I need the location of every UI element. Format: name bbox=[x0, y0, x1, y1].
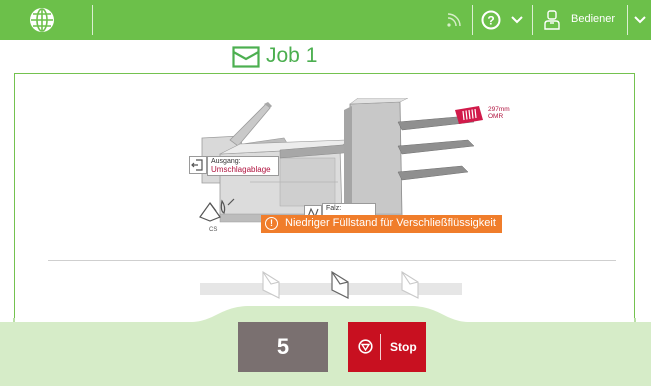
low-sealing-liquid-warning[interactable]: ! Niedriger Füllstand für Verschließflüs… bbox=[261, 215, 502, 233]
sealer-icon[interactable] bbox=[196, 195, 242, 229]
globe-icon[interactable] bbox=[28, 6, 56, 34]
warning-icon: ! bbox=[265, 217, 278, 230]
envelope-icon bbox=[401, 271, 419, 299]
stop-button[interactable]: Stop bbox=[348, 322, 426, 372]
topbar-divider bbox=[472, 5, 473, 35]
output-value: Umschlagablage bbox=[211, 165, 271, 174]
sheet-size-label: 297mm bbox=[488, 106, 510, 113]
topbar-divider bbox=[92, 5, 93, 35]
cs-label: CS bbox=[209, 227, 218, 233]
omr-mark-icon bbox=[455, 106, 483, 124]
envelope-icon bbox=[262, 271, 280, 299]
stop-label: Stop bbox=[390, 340, 417, 354]
svg-text:?: ? bbox=[487, 14, 494, 28]
topbar-divider bbox=[532, 5, 533, 35]
stop-icon bbox=[358, 339, 373, 354]
output-tray-icon[interactable] bbox=[189, 156, 207, 174]
output-label-box[interactable]: Ausgang: Umschlagablage bbox=[207, 156, 279, 176]
user-name-label[interactable]: Bediener bbox=[571, 13, 615, 25]
chevron-down-icon[interactable] bbox=[634, 15, 646, 25]
top-bar: ? Bediener bbox=[0, 0, 651, 40]
sheet-info: 297mm OMR bbox=[488, 106, 510, 120]
job-title: Job 1 bbox=[266, 44, 318, 67]
fold-label: Falz: bbox=[326, 205, 342, 212]
chevron-down-icon[interactable] bbox=[511, 15, 523, 25]
rss-icon bbox=[447, 13, 461, 27]
piece-counter: 5 bbox=[238, 322, 328, 372]
sheet-mark-label: OMR bbox=[488, 113, 504, 120]
topbar-divider bbox=[627, 5, 628, 35]
envelope-icon bbox=[232, 46, 260, 68]
divider bbox=[48, 260, 616, 261]
stop-separator bbox=[380, 334, 381, 360]
envelope-icon bbox=[331, 270, 349, 299]
user-icon[interactable] bbox=[544, 10, 560, 30]
help-icon[interactable]: ? bbox=[481, 10, 501, 30]
warning-text: Niedriger Füllstand für Verschließflüssi… bbox=[285, 217, 496, 229]
